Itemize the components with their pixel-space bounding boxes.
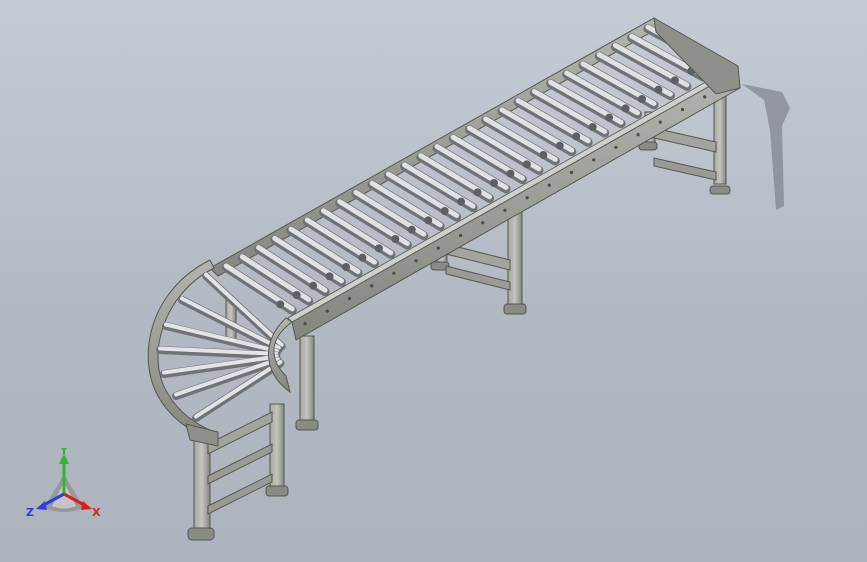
leg bbox=[299, 335, 315, 421]
leg bbox=[713, 87, 727, 185]
bolt-hole bbox=[503, 208, 507, 212]
bolt-hole bbox=[414, 259, 418, 263]
bolt-hole bbox=[703, 95, 707, 99]
bolt-hole bbox=[547, 183, 551, 187]
z-axis-label: Z bbox=[26, 506, 34, 519]
cross-brace bbox=[445, 265, 511, 291]
bolt-hole bbox=[614, 145, 618, 149]
bolt-hole bbox=[325, 309, 329, 313]
bolt-hole bbox=[303, 322, 307, 326]
drop-shadow bbox=[742, 84, 790, 210]
roller-set bbox=[221, 24, 725, 315]
bolt-hole bbox=[592, 158, 596, 162]
bolt-hole bbox=[658, 120, 662, 124]
bolt-hole bbox=[569, 170, 574, 175]
bolt-hole bbox=[392, 271, 396, 275]
bolt-hole bbox=[436, 246, 440, 250]
bolt-hole bbox=[347, 296, 352, 301]
cross-brace bbox=[207, 473, 273, 515]
y-axis-label: Y bbox=[59, 448, 69, 457]
support-legs bbox=[187, 87, 731, 541]
leg-foot bbox=[709, 185, 731, 195]
bolt-hole bbox=[525, 196, 529, 200]
bolt-hole bbox=[636, 133, 640, 137]
x-axis-label: X bbox=[92, 506, 101, 519]
cross-brace bbox=[207, 443, 273, 485]
bolt-hole bbox=[458, 233, 463, 238]
x-axis-arrowhead-icon bbox=[81, 501, 92, 510]
leg-foot bbox=[187, 527, 215, 541]
bolt-hole bbox=[370, 284, 374, 288]
leg-foot bbox=[503, 303, 527, 315]
z-axis-arrowhead-icon bbox=[36, 501, 47, 510]
roller-conveyor-model[interactable] bbox=[0, 0, 867, 562]
graphics-viewport[interactable]: Y X Z bbox=[0, 0, 867, 562]
leg-foot bbox=[295, 419, 319, 431]
leg-foot bbox=[265, 485, 289, 497]
cross-brace bbox=[653, 157, 717, 181]
curve-inner-rail bbox=[268, 317, 293, 394]
bolt-hole bbox=[680, 107, 685, 112]
reference-triad[interactable]: Y X Z bbox=[22, 448, 106, 524]
bolt-hole bbox=[481, 221, 485, 225]
